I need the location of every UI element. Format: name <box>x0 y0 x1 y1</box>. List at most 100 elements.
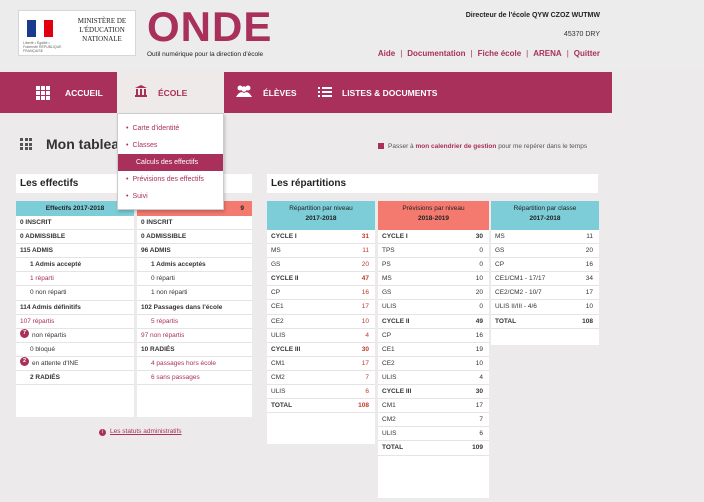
nav-eleves[interactable]: ÉLÈVES <box>235 72 297 113</box>
header-year: 2017-2018 <box>305 215 337 222</box>
list-icon <box>318 85 332 101</box>
table-row: CYCLE I 30 <box>378 230 489 245</box>
table-row: CM2 7 <box>267 371 375 386</box>
list-item: 7 non répartis <box>16 328 134 343</box>
row-value: 19 <box>475 345 483 353</box>
row-value: 17 <box>361 303 369 311</box>
row-label: CE1/CM1 - 17/17 <box>495 275 546 283</box>
row-label: ULIS <box>271 388 286 396</box>
repartition-niveau-table: Répartition par niveau 2017-2018 CYCLE I… <box>267 201 375 444</box>
table-row: CM2 7 <box>378 413 489 428</box>
statuts-link-text[interactable]: Les statuts administratifs <box>110 428 182 435</box>
table-row: CE2 10 <box>378 357 489 371</box>
list-item-label: 0 INSCRIT <box>20 219 52 226</box>
table-row: MS 11 <box>491 230 599 245</box>
menu-item-carte-identite[interactable]: • Carte d'identité <box>118 120 223 137</box>
list-item[interactable]: 97 non répartis <box>137 329 252 343</box>
table-row: ULIS 6 <box>378 427 489 442</box>
table-row: CE1 17 <box>267 300 375 315</box>
row-label: ULIS <box>382 430 397 438</box>
row-label: CE1 <box>271 303 284 311</box>
nav-listes-documents[interactable]: LISTES & DOCUMENTS <box>318 72 437 113</box>
menu-item-suivi[interactable]: • Suivi <box>118 188 223 205</box>
table-row: CYCLE III 30 <box>378 385 489 400</box>
row-label: TPS <box>382 247 395 255</box>
table-row: TOTAL 108 <box>267 399 375 414</box>
row-label: CE2 <box>382 359 395 367</box>
menu-item-classes[interactable]: • Classes <box>118 137 223 154</box>
list-item[interactable]: 107 répartis <box>16 315 134 329</box>
list-item-label: 97 non répartis <box>141 331 185 339</box>
menu-item-label: Prévisions des effectifs <box>132 176 204 183</box>
menu-item-label: Classes <box>132 142 158 149</box>
ministry-logo: Liberté • Égalité • Fraternité RÉPUBLIQU… <box>18 10 136 56</box>
nav-eleves-label: ÉLÈVES <box>263 87 297 98</box>
list-item-label: 0 bloqué <box>30 345 55 353</box>
row-label: CE2/CM2 - 10/7 <box>495 289 542 297</box>
calendar-link-text[interactable]: mon calendrier de gestion <box>415 143 496 150</box>
quit-link[interactable]: Quitter <box>574 49 600 58</box>
row-label: CE2 <box>271 317 284 325</box>
row-label: MS <box>382 275 392 283</box>
list-item[interactable]: 4 passages hors école <box>137 357 252 372</box>
table-row: GS 20 <box>491 244 599 259</box>
arena-link[interactable]: ARENA <box>533 49 561 58</box>
count-badge: 2 <box>20 356 29 366</box>
effectifs-list: 0 INSCRIT 0 ADMISSIBLE 96 ADMIS 1 Admis acc… <box>137 216 252 386</box>
list-item[interactable]: 6 sans passages <box>137 371 252 386</box>
row-label: ULIS <box>271 331 286 339</box>
menu-item-previsions-effectifs[interactable]: • Prévisions des effectifs <box>118 171 223 188</box>
list-item: 115 ADMIS <box>16 244 134 259</box>
list-item: 10 RADIÉS <box>137 343 252 357</box>
effectifs-col-next: 9 0 INSCRIT 0 ADMISSIBLE 96 ADMIS 1 Admis a… <box>137 201 252 417</box>
list-item-label: 2 RADIÉS <box>30 374 60 382</box>
main-nav: ACCUEIL ÉCOLE ÉLÈVES LISTES & DOCUMENTS <box>0 72 612 113</box>
school-sheet-link[interactable]: Fiche école <box>478 49 522 58</box>
documentation-link[interactable]: Documentation <box>407 49 465 58</box>
previsions-niveau-header: Prévisions par niveau 2018-2019 <box>378 201 489 230</box>
table-rows: MS 11 GS 20 CP 16 CE1/CM1 - 17/17 34 CE2/CM2 - 1… <box>491 230 599 329</box>
people-icon <box>235 84 253 101</box>
help-link[interactable]: Aide <box>378 49 395 58</box>
menu-item-label: Calculs des effectifs <box>136 159 199 166</box>
row-label: MS <box>271 247 281 255</box>
row-label: CYCLE III <box>382 388 412 396</box>
list-item-label: 6 sans passages <box>151 374 200 382</box>
table-row: TPS 0 <box>378 244 489 259</box>
row-label: CM1 <box>271 359 285 367</box>
table-row: CYCLE I 31 <box>267 230 375 245</box>
statuts-link[interactable]: i Les statuts administratifs <box>99 428 182 436</box>
row-label: GS <box>382 289 392 297</box>
table-row: ULIS 6 <box>267 385 375 400</box>
nav-accueil[interactable]: ACCUEIL <box>36 72 103 113</box>
row-value: 16 <box>475 331 483 339</box>
grid-icon <box>20 138 32 150</box>
app-logo[interactable]: ONDE <box>147 4 272 50</box>
table-row: CM1 17 <box>267 357 375 371</box>
row-label: CP <box>271 289 281 297</box>
list-item[interactable]: 5 répartis <box>137 315 252 329</box>
row-value: 20 <box>361 261 369 269</box>
row-value: 11 <box>586 233 593 240</box>
row-value: 30 <box>361 345 369 353</box>
nav-listes-label: LISTES & DOCUMENTS <box>342 87 438 98</box>
row-label: CYCLE II <box>271 275 299 283</box>
nav-ecole[interactable]: ÉCOLE <box>117 72 224 113</box>
row-value: 16 <box>585 261 593 269</box>
table-row: MS 11 <box>267 244 375 259</box>
list-item[interactable]: 1 réparti <box>16 272 134 287</box>
separator: | <box>400 49 403 58</box>
previsions-niveau-table: Prévisions par niveau 2018-2019 CYCLE I 3… <box>378 201 489 498</box>
row-value: 109 <box>472 444 483 452</box>
table-rows: CYCLE I 30 TPS 0 PS 0 MS 10 GS 20 ULIS 0 CYCLE II 49 C… <box>378 230 489 456</box>
list-item: 0 ADMISSIBLE <box>16 230 134 245</box>
row-value: 10 <box>475 275 483 283</box>
table-row: CM1 17 <box>378 399 489 414</box>
calendar-link[interactable]: Passer à mon calendrier de gestion pour … <box>378 143 587 150</box>
list-item-label: 10 RADIÉS <box>141 345 175 353</box>
table-row: TOTAL 109 <box>378 441 489 456</box>
effectifs-col-current: Effectifs 2017-2018 0 INSCRIT 0 ADMISSIBL… <box>16 201 134 417</box>
row-label: PS <box>382 261 391 269</box>
menu-item-calculs-effectifs[interactable]: Calculs des effectifs <box>118 154 223 171</box>
table-row: PS 0 <box>378 258 489 273</box>
